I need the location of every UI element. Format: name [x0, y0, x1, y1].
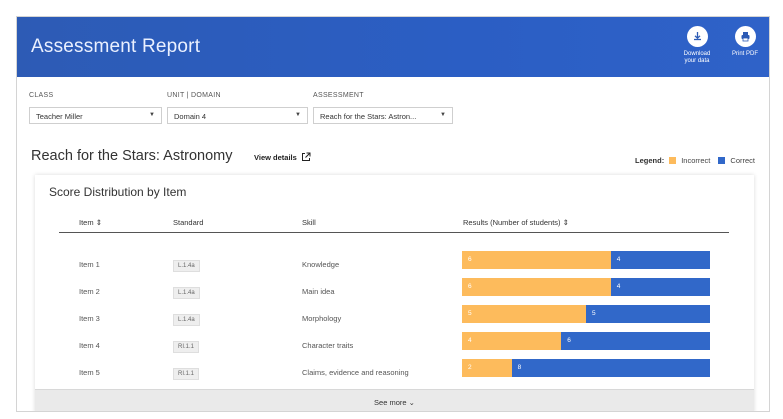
table-row: Item 4 RI.1.1 Character traits 4 6	[59, 332, 729, 359]
score-distribution-card: Score Distribution by Item Item ⇕ Standa…	[35, 175, 754, 411]
report-frame: Assessment Report Download your data Pri…	[16, 16, 770, 412]
incorrect-segment: 6	[462, 278, 611, 296]
see-more-button[interactable]: See more ⌄	[35, 389, 754, 411]
unit-filter-label: UNIT | DOMAIN	[167, 92, 221, 99]
download-label-line1: Download	[683, 51, 711, 57]
col-skill-header: Skill	[302, 218, 316, 227]
report-header: Assessment Report Download your data Pri…	[17, 17, 769, 77]
skill-cell: Character traits	[302, 341, 354, 350]
skill-cell: Knowledge	[302, 260, 340, 269]
results-bar: 64	[462, 278, 710, 296]
assessment-filter-label: ASSESSMENT	[313, 92, 364, 99]
incorrect-segment: 4	[462, 332, 562, 350]
correct-segment: 4	[610, 278, 710, 296]
skill-cell: Claims, evidence and reasoning	[302, 368, 409, 377]
table-row: Item 5 RI.1.1 Claims, evidence and reasoni…	[59, 359, 729, 386]
table-row: Item 1 L.1.4a Knowledge 6 4	[59, 251, 729, 278]
standard-tag: L.1.4a	[173, 260, 200, 272]
standard-cell: L.1.4a	[173, 314, 200, 326]
incorrect-segment: 5	[462, 305, 586, 323]
table-row: Item 2 L.1.4a Main idea 6 4	[59, 278, 729, 305]
skill-cell: Morphology	[302, 314, 342, 323]
see-more-label: See more	[374, 398, 407, 407]
correct-segment: 5	[586, 305, 710, 323]
class-select[interactable]: Teacher Miller ▼	[29, 107, 162, 124]
unit-select[interactable]: Domain 4 ▼	[167, 107, 308, 124]
table-row: Item 3 L.1.4a Morphology 5 5	[59, 305, 729, 332]
correct-segment: 4	[610, 251, 710, 269]
standard-cell: RI.1.1	[173, 341, 200, 353]
download-icon	[686, 26, 708, 47]
standard-cell: L.1.4a	[173, 260, 200, 272]
standard-tag: RI.1.1	[173, 368, 200, 380]
incorrect-segment: 2	[462, 359, 512, 377]
print-pdf-label: Print PDF	[731, 51, 758, 57]
chevron-down-icon: ⌄	[408, 398, 415, 407]
results-bar: 55	[462, 305, 710, 323]
col-results-label: Results (Number of students)	[463, 218, 561, 227]
class-filter: CLASS Teacher Miller ▼	[29, 92, 162, 124]
legend-label: Legend:	[635, 156, 665, 165]
legend-incorrect: Incorrect	[681, 156, 711, 165]
col-results-header[interactable]: Results (Number of students) ⇕	[463, 218, 569, 227]
table-header: Item ⇕ Standard Skill Results (Number of…	[59, 215, 729, 233]
assessment-title: Reach for the Stars: Astronomy	[31, 148, 233, 164]
standard-cell: RI.1.1	[173, 368, 200, 380]
col-item-label: Item	[79, 218, 94, 227]
card-title: Score Distribution by Item	[49, 185, 187, 199]
item-cell: Item 2	[79, 287, 100, 296]
results-bar: 28	[462, 359, 710, 377]
page-title: Assessment Report	[31, 36, 201, 57]
standard-tag: L.1.4a	[173, 287, 200, 299]
unit-select-value: Domain 4	[174, 112, 207, 121]
print-pdf-button[interactable]: Print PDF	[724, 26, 766, 58]
results-bar: 46	[462, 332, 710, 350]
legend-correct: Correct	[730, 156, 755, 165]
item-cell: Item 5	[79, 368, 100, 377]
item-cell: Item 3	[79, 314, 100, 323]
assessment-select-value: Reach for the Stars: Astron...	[320, 112, 417, 121]
item-cell: Item 1	[79, 260, 100, 269]
correct-swatch	[718, 157, 726, 164]
incorrect-swatch	[669, 157, 677, 164]
download-data-button[interactable]: Download your data	[676, 26, 718, 65]
correct-segment: 6	[561, 332, 710, 350]
class-select-value: Teacher Miller	[36, 112, 83, 121]
view-details-link[interactable]: View details	[254, 152, 311, 162]
item-cell: Item 4	[79, 341, 100, 350]
col-item-header[interactable]: Item ⇕	[79, 218, 102, 227]
sort-icon: ⇕	[95, 218, 102, 227]
unit-filter: UNIT | DOMAIN Domain 4 ▼	[167, 92, 308, 124]
standard-cell: L.1.4a	[173, 287, 200, 299]
external-link-icon	[301, 152, 311, 161]
class-filter-label: CLASS	[29, 92, 54, 99]
assessment-filter: ASSESSMENT Reach for the Stars: Astron..…	[313, 92, 453, 124]
view-details-label: View details	[254, 152, 297, 162]
chevron-down-icon: ▼	[149, 112, 155, 118]
col-standard-header: Standard	[173, 218, 204, 227]
assessment-select[interactable]: Reach for the Stars: Astron... ▼	[313, 107, 453, 124]
download-label-line2: your data	[684, 58, 710, 64]
printer-icon	[734, 26, 756, 47]
standard-tag: RI.1.1	[173, 341, 200, 353]
results-bar: 64	[462, 251, 710, 269]
legend: Legend: Incorrect Correct	[635, 156, 755, 165]
chevron-down-icon: ▼	[440, 112, 446, 118]
standard-tag: L.1.4a	[173, 314, 200, 326]
chevron-down-icon: ▼	[295, 112, 301, 118]
incorrect-segment: 6	[462, 251, 611, 269]
skill-cell: Main idea	[302, 287, 335, 296]
sort-icon: ⇕	[562, 218, 569, 227]
correct-segment: 8	[511, 359, 710, 377]
